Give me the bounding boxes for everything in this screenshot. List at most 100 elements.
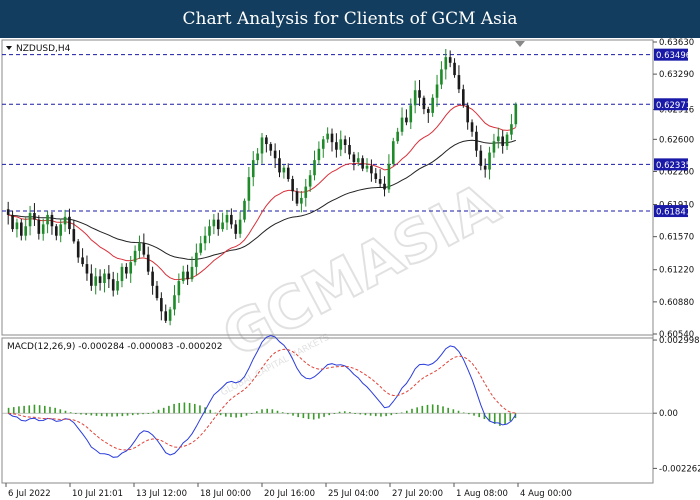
bear-candle-body: [348, 145, 351, 155]
bull-candle-body: [317, 148, 321, 161]
bull-candle-body: [15, 222, 19, 230]
time-tick-label: 10 Jul 21:01: [72, 489, 123, 499]
price-tick-label: 0.62600: [659, 135, 694, 145]
bear-candle-body: [85, 264, 89, 274]
bear-candle-body: [370, 165, 373, 174]
hist-bar: [131, 413, 134, 416]
price-tick-label: 0.63630: [659, 38, 694, 48]
hist-bar: [478, 413, 481, 418]
bull-candle-body: [326, 133, 329, 140]
bear-candle-body: [479, 150, 483, 166]
hist-bar: [380, 413, 382, 417]
price-tick-label: 0.61570: [659, 233, 694, 243]
bull-candle-body: [120, 266, 124, 282]
hist-bar: [224, 413, 227, 417]
hist-bar: [250, 413, 253, 414]
bear-candle-body: [265, 137, 268, 145]
bear-candle-body: [11, 214, 14, 230]
hist-bar: [219, 413, 222, 416]
bear-candle-body: [230, 214, 233, 225]
hist-bar: [121, 413, 124, 417]
hist-bar: [49, 406, 51, 414]
hist-bar: [168, 405, 170, 414]
hist-bar: [116, 413, 118, 417]
bear-candle-body: [90, 273, 93, 286]
bear-candle-body: [20, 222, 23, 236]
hist-bar: [281, 412, 284, 414]
hist-bar: [240, 413, 243, 418]
hist-bar: [395, 413, 398, 414]
hist-bar: [390, 413, 393, 416]
bear-candle-body: [453, 62, 456, 76]
hist-bar: [421, 405, 424, 414]
bear-candle-body: [98, 276, 102, 283]
hist-bar: [230, 413, 232, 418]
bull-candle-body: [514, 104, 518, 125]
time-tick-label: 1 Aug 08:00: [456, 489, 508, 499]
bull-candle-body: [63, 216, 67, 225]
hist-bar: [271, 409, 274, 414]
bear-candle-body: [55, 226, 58, 236]
bear-candle-body: [343, 139, 347, 146]
hist-bar: [406, 410, 408, 414]
bull-candle-body: [510, 124, 513, 135]
level-label: 0.63496: [656, 51, 691, 61]
hist-bar: [354, 413, 356, 414]
bull-candle-body: [173, 295, 176, 310]
hist-bar: [442, 406, 444, 414]
time-tick-label: 18 Jul 00:00: [200, 489, 251, 499]
hist-bar: [178, 402, 181, 414]
bull-candle-body: [116, 281, 119, 291]
bull-candle-body: [313, 160, 316, 176]
bear-candle-body: [81, 257, 84, 265]
hist-bar: [43, 405, 46, 414]
price-tick-label: 0.60880: [659, 298, 694, 308]
hist-bar: [426, 404, 429, 414]
bull-candle-body: [59, 224, 63, 236]
hist-bar: [193, 403, 196, 414]
hist-bar: [318, 413, 320, 419]
hist-bar: [462, 412, 465, 414]
bull-candle-body: [221, 222, 224, 230]
bull-candle-body: [440, 69, 443, 85]
level-label: 0.62335: [656, 161, 691, 171]
bear-candle-body: [269, 144, 273, 151]
hist-bar: [199, 405, 201, 414]
bull-candle-body: [300, 197, 303, 204]
bull-candle-body: [46, 214, 49, 225]
bear-candle-body: [37, 219, 41, 234]
bear-candle-body: [146, 254, 150, 272]
bear-candle-body: [361, 158, 364, 169]
time-tick-label: 25 Jul 04:00: [328, 489, 379, 499]
time-tick-label: 27 Jul 20:00: [392, 489, 443, 499]
bear-candle-body: [6, 209, 10, 215]
bull-candle-body: [103, 273, 106, 283]
hist-bar: [137, 413, 139, 415]
hist-bar: [468, 413, 470, 415]
hist-bar: [23, 405, 25, 414]
bull-candle-body: [387, 163, 391, 190]
bear-candle-body: [501, 136, 504, 146]
hist-bar: [152, 411, 155, 414]
bear-candle-body: [76, 241, 80, 258]
hist-bar: [509, 413, 512, 422]
time-tick-label: 13 Jul 12:00: [136, 489, 187, 499]
bull-candle-body: [365, 165, 369, 169]
bear-candle-body: [466, 105, 469, 123]
bull-candle-body: [356, 158, 360, 163]
bull-candle-body: [28, 213, 32, 227]
bull-candle-body: [321, 139, 325, 149]
hist-bar: [245, 413, 248, 416]
bear-candle-body: [68, 216, 71, 230]
bull-candle-body: [181, 271, 185, 282]
bear-candle-body: [483, 165, 487, 170]
hist-bar: [85, 413, 87, 415]
hist-bar: [54, 407, 56, 414]
bull-candle-body: [212, 219, 216, 227]
bull-candle-body: [199, 243, 203, 253]
bear-candle-body: [470, 122, 474, 132]
bull-candle-body: [133, 250, 137, 263]
bull-candle-body: [41, 224, 45, 234]
hist-bar: [100, 413, 103, 417]
bear-candle-body: [216, 219, 220, 230]
